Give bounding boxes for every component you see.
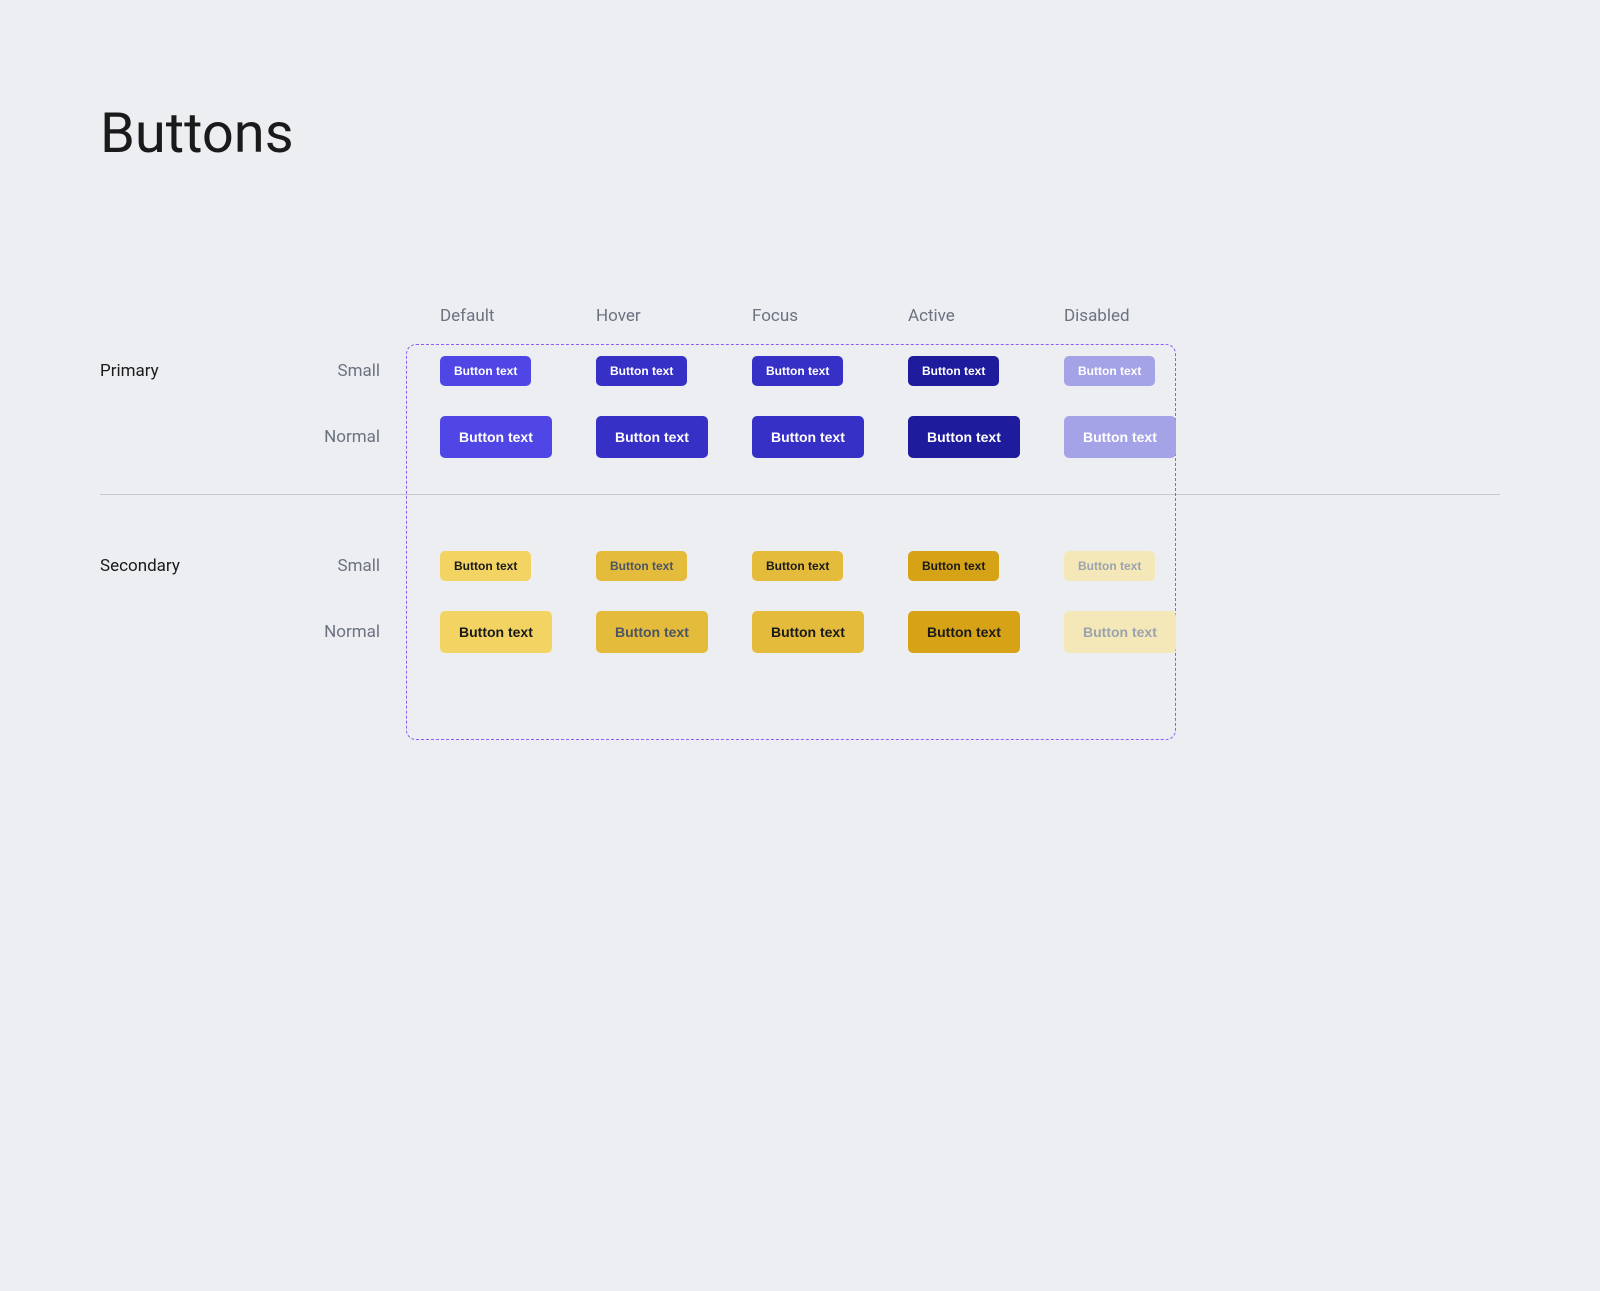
col-focus: Focus — [732, 306, 888, 326]
primary-small-row: Primary Small Button text Button text Bu… — [100, 356, 1500, 386]
secondary-normal-row: Normal Button text Button text Button te… — [100, 611, 1500, 653]
size-small-label: Small — [300, 361, 420, 381]
primary-normal-hover-button[interactable]: Button text — [596, 416, 708, 458]
secondary-group: Secondary Small Button text Button text … — [100, 551, 1500, 653]
page-title: Buttons — [100, 100, 1500, 166]
secondary-normal-default-button[interactable]: Button text — [440, 611, 552, 653]
secondary-normal-focus-button[interactable]: Button text — [752, 611, 864, 653]
secondary-normal-hover-button[interactable]: Button text — [596, 611, 708, 653]
primary-label: Primary — [100, 361, 300, 381]
primary-normal-disabled-button: Button text — [1064, 416, 1176, 458]
primary-small-focus-button[interactable]: Button text — [752, 356, 843, 386]
primary-small-default-button[interactable]: Button text — [440, 356, 531, 386]
col-active: Active — [888, 306, 1044, 326]
primary-normal-row: Normal Button text Button text Button te… — [100, 416, 1500, 458]
primary-group: Primary Small Button text Button text Bu… — [100, 356, 1500, 458]
primary-normal-default-button[interactable]: Button text — [440, 416, 552, 458]
size-normal-label: Normal — [300, 427, 420, 447]
secondary-small-active-button[interactable]: Button text — [908, 551, 999, 581]
secondary-small-focus-button[interactable]: Button text — [752, 551, 843, 581]
button-spec-grid: Default Hover Focus Active Disabled Prim… — [100, 306, 1500, 653]
secondary-small-hover-button[interactable]: Button text — [596, 551, 687, 581]
primary-small-disabled-button: Button text — [1064, 356, 1155, 386]
size-small-label: Small — [300, 556, 420, 576]
column-headers: Default Hover Focus Active Disabled — [100, 306, 1500, 326]
col-disabled: Disabled — [1044, 306, 1200, 326]
col-hover: Hover — [576, 306, 732, 326]
secondary-normal-disabled-button: Button text — [1064, 611, 1176, 653]
secondary-small-row: Secondary Small Button text Button text … — [100, 551, 1500, 581]
primary-normal-focus-button[interactable]: Button text — [752, 416, 864, 458]
col-default: Default — [420, 306, 576, 326]
secondary-normal-active-button[interactable]: Button text — [908, 611, 1020, 653]
primary-normal-active-button[interactable]: Button text — [908, 416, 1020, 458]
secondary-small-disabled-button: Button text — [1064, 551, 1155, 581]
secondary-small-default-button[interactable]: Button text — [440, 551, 531, 581]
primary-small-hover-button[interactable]: Button text — [596, 356, 687, 386]
secondary-label: Secondary — [100, 556, 300, 576]
primary-small-active-button[interactable]: Button text — [908, 356, 999, 386]
size-normal-label: Normal — [300, 622, 420, 642]
group-divider — [100, 494, 1500, 495]
